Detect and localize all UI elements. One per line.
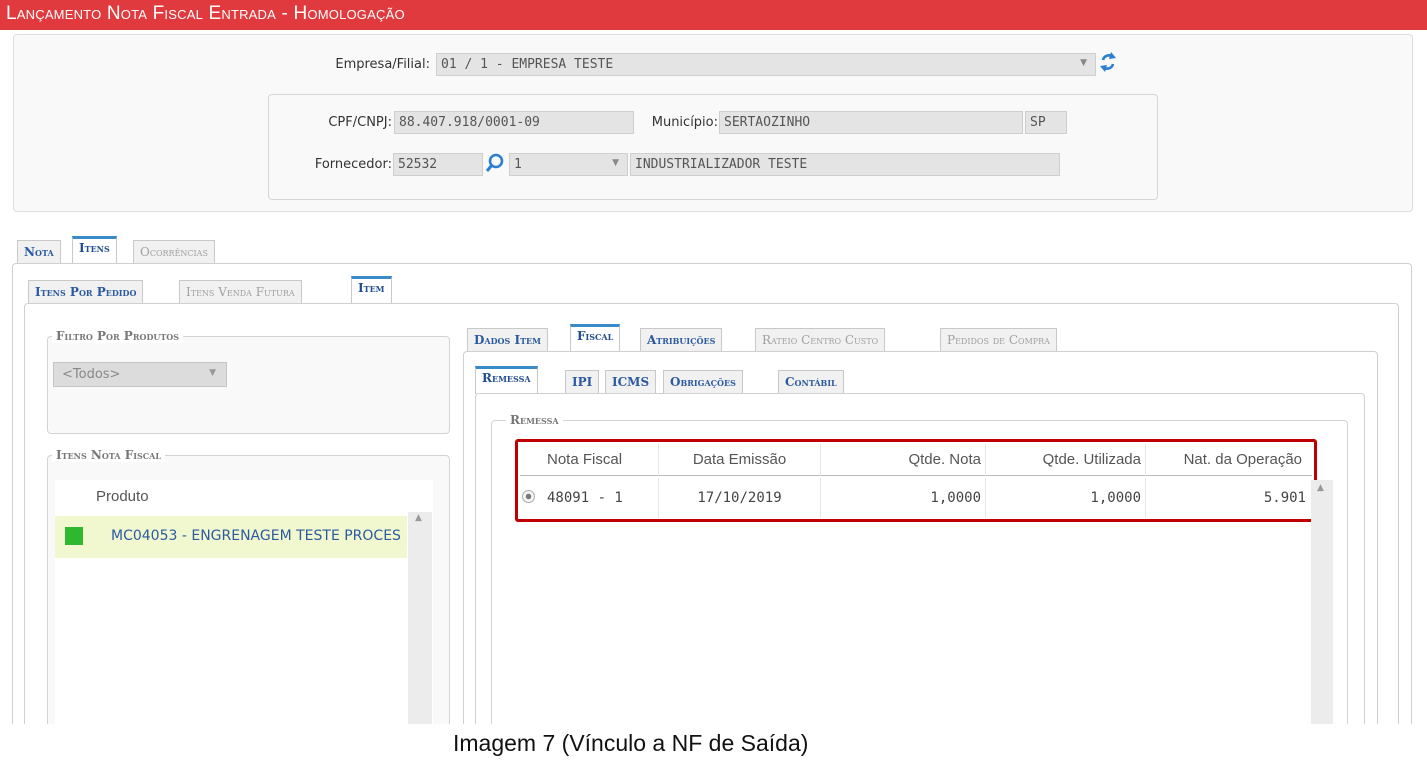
supplier-info-panel (268, 94, 1158, 200)
tab-contabil[interactable]: Contábil (778, 370, 844, 394)
product-filter-select[interactable]: <Todos> ▼ (53, 362, 227, 387)
refresh-icon[interactable] (1100, 51, 1116, 73)
tab-dados-item[interactable]: Dados Item (467, 328, 548, 352)
tab-obrigacoes[interactable]: Obrigações (663, 370, 743, 394)
empresa-select[interactable]: 01 / 1 - EMPRESA TESTE ▼ (436, 53, 1096, 76)
cell-qtde-utilizada: 1,0000 (986, 478, 1146, 518)
col-qtde-nota[interactable]: Qtde. Nota (821, 444, 986, 476)
chevron-down-icon: ▼ (612, 158, 619, 168)
fornecedor-code-input[interactable]: 52532 (393, 153, 483, 176)
col-data-emissao[interactable]: Data Emissão (659, 444, 821, 476)
fornecedor-name-field: INDUSTRIALIZADOR TESTE (630, 153, 1060, 176)
tab-ipi[interactable]: IPI (565, 370, 600, 394)
remessa-scrollbar[interactable] (1311, 480, 1333, 733)
uf-field: SP (1025, 111, 1067, 134)
items-scrollbar[interactable] (408, 512, 432, 737)
cpf-field: 88.407.918/0001-09 (394, 111, 634, 134)
filter-legend: Filtro Por Produtos (52, 329, 184, 343)
items-legend: Itens Nota Fiscal (52, 448, 166, 462)
tab-rateio-centro-custo[interactable]: Rateio Centro Custo (755, 328, 886, 352)
chevron-down-icon: ▼ (209, 368, 216, 378)
fornecedor-seq-select[interactable]: 1 ▼ (509, 153, 628, 176)
col-qtde-utilizada[interactable]: Qtde. Utilizada (986, 444, 1146, 476)
scroll-up-icon[interactable]: ▲ (415, 513, 422, 523)
col-nota-fiscal[interactable]: Nota Fiscal (520, 444, 659, 476)
produto-column-header: Produto (55, 482, 407, 512)
remessa-legend: Remessa (506, 413, 563, 427)
municipio-label: Município: (651, 115, 718, 130)
figure-caption: Imagem 7 (Vínculo a NF de Saída) (453, 730, 809, 756)
municipio-field: SERTAOZINHO (719, 111, 1023, 134)
tab-ocorrencias[interactable]: Ocorrências (133, 240, 215, 264)
tab-fiscal[interactable]: Fiscal (570, 324, 621, 352)
col-nat-operacao[interactable]: Nat. da Operação (1146, 444, 1312, 476)
row-select-radio[interactable] (522, 490, 535, 503)
tab-pedidos-de-compra[interactable]: Pedidos de Compra (940, 328, 1057, 352)
empresa-value: 01 / 1 - EMPRESA TESTE (441, 57, 614, 72)
cell-nota-fiscal: 48091 - 1 (520, 478, 659, 518)
cell-qtde-nota: 1,0000 (821, 478, 986, 518)
tab-atribuicoes[interactable]: Atribuições (640, 328, 723, 352)
table-row[interactable]: 48091 - 1 17/10/2019 1,0000 1,0000 5.901 (520, 478, 1312, 518)
tab-nota[interactable]: Nota (17, 240, 61, 264)
tab-itens-venda-futura[interactable]: Itens Venda Futura (179, 280, 302, 304)
product-filter-value: <Todos> (62, 367, 121, 382)
remessa-grid-header: Nota Fiscal Data Emissão Qtde. Nota Qtde… (520, 444, 1312, 476)
empresa-label: Empresa/Filial: (335, 57, 430, 72)
tab-icms[interactable]: ICMS (605, 370, 657, 394)
scroll-up-icon[interactable]: ▲ (1317, 483, 1324, 493)
search-icon[interactable] (485, 153, 505, 173)
tab-remessa[interactable]: Remessa (475, 366, 538, 394)
cell-data-emissao: 17/10/2019 (659, 478, 821, 518)
cell-nat-operacao: 5.901 (1263, 490, 1306, 506)
status-indicator (65, 527, 83, 545)
cpf-label: CPF/CNPJ: (328, 115, 392, 130)
window-title: Lançamento Nota Fiscal Entrada - Homolog… (0, 0, 1427, 30)
tab-item[interactable]: Item (351, 276, 392, 304)
fornecedor-seq-value: 1 (514, 157, 522, 172)
fornecedor-label: Fornecedor: (314, 157, 392, 172)
chevron-down-icon: ▼ (1080, 58, 1087, 68)
list-item[interactable]: MC04053 - ENGRENAGEM TESTE PROCES (55, 516, 407, 558)
tab-itens[interactable]: Itens (72, 236, 117, 264)
tab-itens-por-pedido[interactable]: Itens Por Pedido (28, 280, 144, 304)
